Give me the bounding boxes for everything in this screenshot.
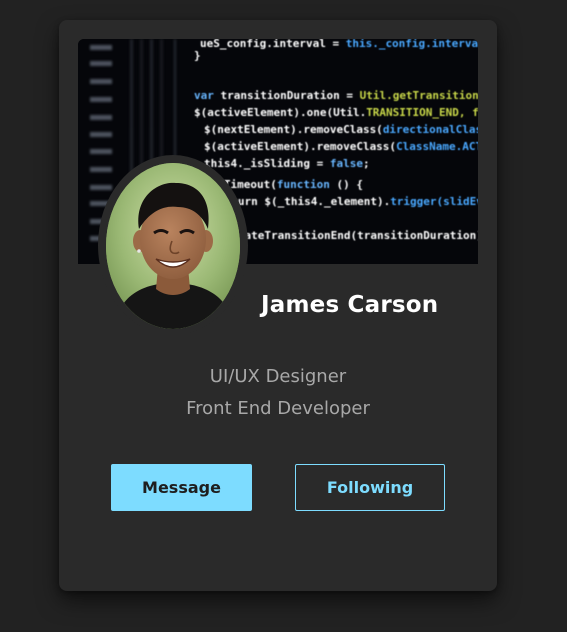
following-button[interactable]: Following <box>295 464 445 511</box>
profile-role-secondary: Front End Developer <box>186 398 370 419</box>
profile-name: James Carson <box>261 292 439 318</box>
avatar <box>106 163 240 329</box>
profile-role-primary: UI/UX Designer <box>209 366 347 387</box>
message-button[interactable]: Message <box>111 464 252 511</box>
profile-card: ueS_config.interval = this._config.inter… <box>59 20 497 591</box>
